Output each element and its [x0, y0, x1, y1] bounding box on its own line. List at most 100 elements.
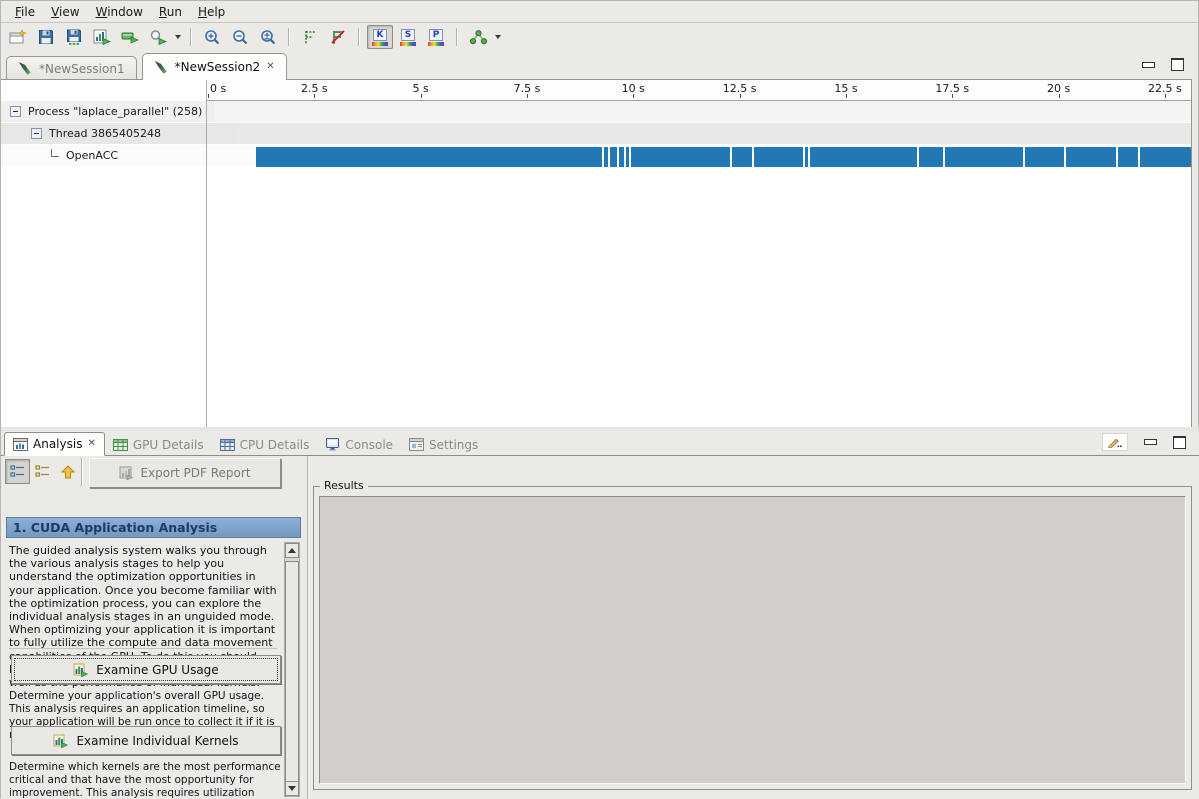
bottom-panel: Analysis ✕ GPU Details CPU Details Conso… [1, 431, 1199, 799]
scroll-up-button[interactable] [285, 543, 299, 558]
openacc-activity-segment[interactable] [810, 147, 917, 167]
analysis-pane: Export PDF Report 1. CUDA Application An… [1, 456, 308, 799]
cpu-details-icon [220, 439, 235, 451]
export-pdf-report-button[interactable]: Export PDF Report [89, 458, 281, 488]
topology-icon[interactable] [465, 25, 491, 49]
minimize-icon[interactable] [1144, 439, 1157, 445]
analysis-tab-icon [13, 438, 28, 451]
unguided-view-icon[interactable] [30, 459, 55, 484]
openacc-activity-segment[interactable] [732, 147, 752, 167]
timeline-view: 0 s2.5 s5 s7.5 s10 s12.5 s15 s17.5 s20 s… [1, 79, 1192, 427]
timeline-chart-icon[interactable] [89, 25, 115, 49]
openacc-activity-segment[interactable] [1025, 147, 1064, 167]
tree-row-openacc[interactable]: OpenACC [1, 145, 256, 167]
scrollbar-thumb[interactable] [285, 561, 299, 783]
scroll-down-button[interactable] [285, 781, 299, 796]
tab-analysis[interactable]: Analysis ✕ [4, 432, 105, 456]
collapse-expander-icon[interactable] [31, 128, 42, 139]
tree-timeline-divider[interactable] [206, 80, 207, 427]
console-icon [325, 438, 340, 451]
maximize-icon[interactable] [1171, 58, 1184, 71]
menu-item-view[interactable]: View [43, 3, 87, 21]
openacc-activity-segment[interactable] [626, 147, 629, 167]
openacc-activity-segment[interactable] [631, 147, 730, 167]
openacc-activity-segment[interactable] [619, 147, 624, 167]
analysis-section-header: 1. CUDA Application Analysis [6, 517, 301, 538]
tab-gpu-details[interactable]: GPU Details [105, 434, 212, 455]
openacc-activity-segment[interactable] [1066, 147, 1116, 167]
toolbar-separator [358, 28, 360, 46]
openacc-activity-segment[interactable] [805, 147, 808, 167]
tab-settings[interactable]: Settings [401, 434, 486, 455]
openacc-activity-segment[interactable] [1140, 147, 1191, 167]
openacc-activity-segment[interactable] [754, 147, 803, 167]
examine-individual-kernels-button[interactable]: Examine Individual Kernels [11, 726, 281, 755]
session-tab-newsession1[interactable]: *NewSession1 [6, 56, 137, 80]
save-icon[interactable] [33, 25, 59, 49]
individual-kernels-description: Determine which kernels are the most per… [9, 761, 281, 799]
collapse-expander-icon[interactable] [10, 106, 21, 117]
topology-dropdown-caret[interactable] [495, 35, 501, 39]
tab-cpu-details[interactable]: CPU Details [212, 434, 318, 455]
settings-icon [409, 438, 424, 451]
menu-item-file[interactable]: File [7, 3, 43, 21]
export-pdf-report-label: Export PDF Report [140, 466, 250, 480]
bottom-panel-window-buttons [1102, 433, 1186, 451]
stream-view-toggle[interactable]: S [395, 25, 421, 49]
minimize-icon[interactable] [1142, 62, 1155, 68]
tab-label: Analysis [33, 437, 82, 451]
process-view-toggle[interactable]: P [423, 25, 449, 49]
menu-bar: FileViewWindowRunHelp [1, 1, 1198, 23]
kernel-view-toggle[interactable]: K [367, 25, 393, 49]
session-icon [18, 61, 33, 76]
kernel-view-icon: K [371, 29, 389, 46]
tree-leaf-icon [51, 149, 59, 157]
close-icon[interactable]: ✕ [87, 439, 95, 449]
new-session-icon[interactable] [5, 25, 31, 49]
openacc-track [207, 147, 1192, 167]
zoom-fit-icon[interactable] [255, 25, 281, 49]
analysis-section-title: 1. CUDA Application Analysis [13, 520, 217, 535]
openacc-activity-segment[interactable] [610, 147, 617, 167]
view-menu-icon[interactable] [1102, 433, 1128, 451]
zoom-source-icon[interactable] [145, 25, 171, 49]
menu-item-run[interactable]: Run [151, 3, 190, 21]
examine-gpu-usage-button[interactable]: Examine GPU Usage [11, 655, 281, 684]
menu-item-help[interactable]: Help [190, 3, 233, 21]
tree-row-process[interactable]: Process "laplace_parallel" (258) [1, 101, 215, 123]
maximize-icon[interactable] [1173, 436, 1186, 449]
top-pane-window-buttons [1142, 58, 1184, 71]
tree-row-thread[interactable]: Thread 3865405248 [1, 123, 236, 145]
results-group: Results [313, 486, 1192, 790]
toolbar-separator [190, 28, 192, 46]
bar-chart-icon [73, 663, 88, 677]
bottom-tab-bar: Analysis ✕ GPU Details CPU Details Conso… [1, 431, 1199, 456]
save-as-icon[interactable] [61, 25, 87, 49]
tree-row-label: Thread 3865405248 [49, 127, 161, 140]
flag-icon[interactable] [325, 25, 351, 49]
toolbar-separator [288, 28, 290, 46]
tab-console[interactable]: Console [317, 434, 401, 455]
promote-icon[interactable] [55, 459, 80, 484]
tree-row-label: OpenACC [66, 149, 118, 162]
zoom-out-icon[interactable] [227, 25, 253, 49]
process-track-row[interactable] [207, 101, 1191, 123]
openacc-activity-segment[interactable] [945, 147, 1023, 167]
session-tab-newsession2[interactable]: *NewSession2 ✕ [142, 53, 287, 80]
tree-row-label: Process "laplace_parallel" (258) [28, 105, 202, 118]
analysis-scrollbar[interactable] [284, 542, 300, 797]
close-icon[interactable]: ✕ [266, 62, 274, 72]
marker-icon[interactable] [297, 25, 323, 49]
zoom-in-icon[interactable] [199, 25, 225, 49]
bar-chart-icon [53, 734, 68, 748]
guided-view-icon[interactable] [5, 459, 30, 484]
openacc-activity-segment[interactable] [604, 147, 608, 167]
zoom-source-dropdown-caret[interactable] [175, 35, 181, 39]
run-segment-icon[interactable] [117, 25, 143, 49]
openacc-activity-segment[interactable] [1118, 147, 1138, 167]
menu-item-window[interactable]: Window [88, 3, 151, 21]
session-tab-label: *NewSession1 [39, 62, 125, 76]
thread-track-row[interactable] [207, 123, 1191, 145]
openacc-activity-segment[interactable] [207, 147, 602, 167]
openacc-activity-segment[interactable] [919, 147, 943, 167]
